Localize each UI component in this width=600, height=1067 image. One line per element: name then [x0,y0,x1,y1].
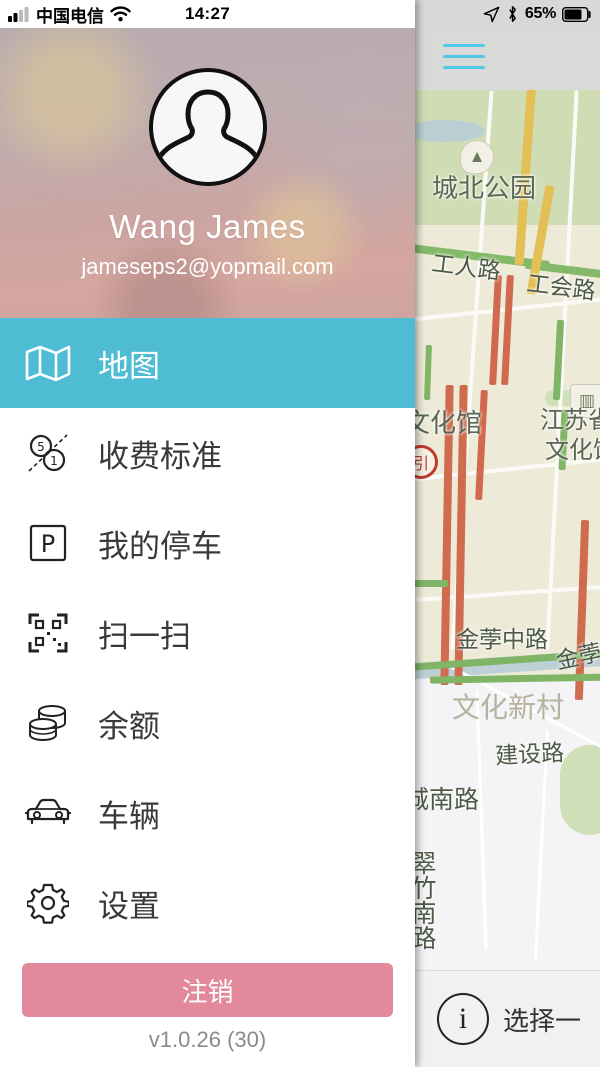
side-drawer: 中国电信 14:27 Wang James jameseps2@yopmail.… [0,0,415,1067]
sidebar-item-my-parking[interactable]: P 我的停车 [0,498,415,588]
svg-text:P: P [41,530,55,558]
sidebar-item-settings[interactable]: 设置 [0,858,415,948]
logout-button[interactable]: 注销 [22,963,393,1017]
gear-icon [22,877,74,929]
sidebar-item-label: 收费标准 [98,438,222,475]
version-label: v1.0.26 (30) [148,1027,267,1052]
svg-text:1: 1 [50,454,58,468]
sidebar-item-rates[interactable]: 5 1 收费标准 [0,408,415,498]
map-greenspace [560,745,600,835]
avatar[interactable] [148,68,267,186]
profile-email: jameseps2@yopmail.com [81,254,334,279]
svg-text:5: 5 [37,440,45,454]
map-lake [405,120,485,142]
sidebar-item-label: 扫一扫 [98,618,191,655]
battery-percent-label: 65% [524,5,556,22]
info-circle-icon[interactable]: i [437,993,489,1045]
sidebar-item-label: 地图 [98,348,160,385]
profile-header: Wang James jameseps2@yopmail.com [0,28,415,318]
parking-p-icon: P [22,517,74,569]
sidebar-item-scan[interactable]: 扫一扫 [0,588,415,678]
map-icon [22,337,74,389]
status-bar-right: 65% [415,0,600,28]
map-label-park: 城北公园 [432,174,537,204]
sidebar-item-label: 设置 [98,888,160,925]
qr-scan-icon [22,607,74,659]
sidebar-item-balance[interactable]: 余额 [0,678,415,768]
map-label-wenhuaguan: 文化馆 [545,436,600,464]
drawer-menu: 地图 5 1 收费标准 P 我的停车 扫一扫 余额 车辆 设置 [0,318,415,948]
sidebar-item-map[interactable]: 地图 [0,318,415,408]
hamburger-line [443,55,485,58]
hamburger-menu-icon[interactable] [443,44,485,72]
app-screen: ▲ ▥ 引 城北公园 工人路 工会路 文化馆 江苏省扬 文化馆 金荸中路 金荸中… [0,0,600,1067]
map-navbar [415,28,600,90]
hamburger-line [443,44,485,47]
status-bar-left: 中国电信 14:27 [0,0,415,28]
bluetooth-icon [509,6,516,22]
person-avatar-icon [154,89,261,165]
coins-rate-icon: 5 1 [22,427,74,479]
map-bottom-bar[interactable]: i 选择一 [415,970,600,1067]
car-icon [22,787,74,839]
clock-label: 14:27 [185,4,230,23]
map-label-wenhua-xincun: 文化新村 [452,691,565,724]
location-arrow-icon [483,6,500,22]
battery-icon [562,6,591,22]
map-label-road-jianshelu: 建设路 [494,740,565,770]
sidebar-item-label: 车辆 [98,798,160,835]
profile-name: Wang James [109,208,306,245]
drawer-footer: 注销 v1.0.26 (30) [0,963,415,1067]
sidebar-item-vehicles[interactable]: 车辆 [0,768,415,858]
map-label-dasha: 文化馆 [404,409,483,439]
sidebar-item-label: 余额 [98,708,160,745]
map-label-road-jinwei-zhonglu: 金荸中路 [456,627,548,653]
coin-stack-icon [22,697,74,749]
map-bottom-bar-text: 选择一 [503,1005,582,1036]
sidebar-item-label: 我的停车 [98,528,222,565]
map-label-road-chengnanlu: 城南路 [404,785,480,814]
hamburger-line [443,66,485,69]
